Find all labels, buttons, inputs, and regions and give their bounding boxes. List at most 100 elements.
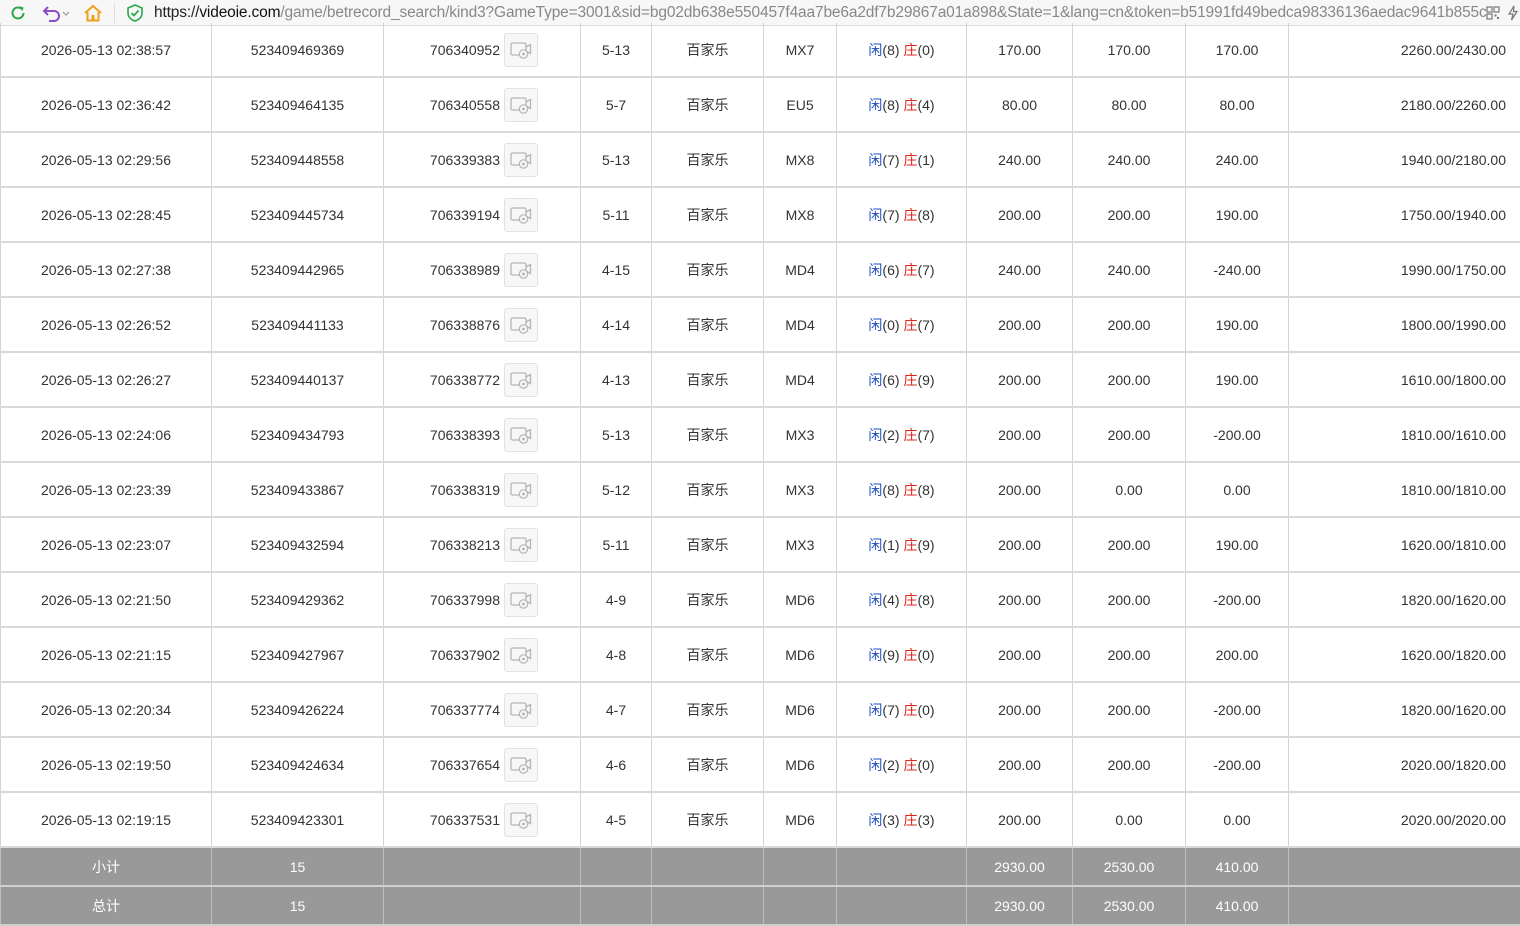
player-label: 闲 (868, 482, 882, 498)
table-code: MD6 (764, 572, 837, 627)
bet-id: 523409445734 (212, 187, 384, 242)
home-icon[interactable] (82, 2, 104, 24)
bet-id: 523409434793 (212, 407, 384, 462)
video-replay-icon[interactable] (504, 638, 538, 672)
video-replay-icon[interactable] (504, 418, 538, 452)
bet-amount: 200.00 (967, 682, 1073, 737)
video-replay-icon[interactable] (504, 583, 538, 617)
video-replay-icon[interactable] (504, 748, 538, 782)
video-replay-icon[interactable] (504, 33, 538, 67)
balance-change: 2020.00/2020.00 (1289, 792, 1520, 847)
bet-id: 523409424634 (212, 737, 384, 792)
balance-change: 2020.00/1820.00 (1289, 737, 1520, 792)
player-label: 闲 (868, 372, 882, 388)
shoe-number: 4-13 (581, 352, 652, 407)
bet-amount: 200.00 (967, 187, 1073, 242)
bet-id: 523409440137 (212, 352, 384, 407)
bet-time: 2026-05-13 02:19:50 (1, 737, 212, 792)
valid-bet: 0.00 (1073, 792, 1186, 847)
table-row: 2026-05-13 02:26:52523409441133 706338876… (1, 297, 1520, 352)
round-id: 706338876 (430, 317, 500, 333)
qr-code-icon[interactable] (1484, 3, 1502, 23)
banker-label: 庄 (903, 757, 917, 773)
address-separator (114, 3, 115, 23)
player-label: 闲 (868, 97, 882, 113)
video-replay-icon[interactable] (504, 803, 538, 837)
table-code: MX8 (764, 132, 837, 187)
bet-time: 2026-05-13 02:21:15 (1, 627, 212, 682)
valid-bet: 200.00 (1073, 737, 1186, 792)
payout-amount: 240.00 (1186, 132, 1289, 187)
shoe-number: 4-7 (581, 682, 652, 737)
bet-amount: 200.00 (967, 792, 1073, 847)
game-result: 闲(0) 庄(7) (837, 297, 967, 352)
video-replay-icon[interactable] (504, 528, 538, 562)
video-replay-icon[interactable] (504, 363, 538, 397)
payout-amount: 0.00 (1186, 792, 1289, 847)
player-label: 闲 (868, 427, 882, 443)
round-id: 706337998 (430, 592, 500, 608)
player-label: 闲 (868, 262, 882, 278)
banker-label: 庄 (903, 647, 917, 663)
game-type: 百家乐 (652, 132, 764, 187)
bet-time: 2026-05-13 02:38:57 (1, 23, 212, 77)
video-replay-icon[interactable] (504, 473, 538, 507)
round-id: 706337902 (430, 647, 500, 663)
lightning-icon[interactable] (1504, 3, 1520, 23)
player-score: (2) (882, 757, 899, 773)
bet-id: 523409432594 (212, 517, 384, 572)
payout-amount: 200.00 (1186, 627, 1289, 682)
game-type: 百家乐 (652, 462, 764, 517)
balance-change: 1810.00/1610.00 (1289, 407, 1520, 462)
table-code: MD4 (764, 242, 837, 297)
bet-id: 523409464135 (212, 77, 384, 132)
payout-amount: 190.00 (1186, 352, 1289, 407)
round-id: 706338319 (430, 482, 500, 498)
video-replay-icon[interactable] (504, 198, 538, 232)
balance-change: 2260.00/2430.00 (1289, 23, 1520, 77)
round-cell: 706340952 (384, 23, 581, 77)
bet-amount: 200.00 (967, 572, 1073, 627)
video-replay-icon[interactable] (504, 308, 538, 342)
payout-amount: -240.00 (1186, 242, 1289, 297)
round-id: 706338772 (430, 372, 500, 388)
player-score: (7) (882, 152, 899, 168)
video-replay-icon[interactable] (504, 143, 538, 177)
player-label: 闲 (868, 702, 882, 718)
bet-amount: 200.00 (967, 627, 1073, 682)
banker-label: 庄 (903, 42, 917, 58)
table-code: MD6 (764, 682, 837, 737)
banker-score: (7) (917, 427, 934, 443)
shoe-number: 5-11 (581, 187, 652, 242)
game-type: 百家乐 (652, 407, 764, 462)
bet-time: 2026-05-13 02:26:52 (1, 297, 212, 352)
banker-score: (8) (917, 207, 934, 223)
bet-amount: 200.00 (967, 297, 1073, 352)
bet-time: 2026-05-13 02:23:39 (1, 462, 212, 517)
game-type: 百家乐 (652, 77, 764, 132)
bet-id: 523409441133 (212, 297, 384, 352)
bet-id: 523409442965 (212, 242, 384, 297)
round-cell: 706337531 (384, 792, 581, 847)
banker-score: (3) (917, 812, 934, 828)
valid-bet: 200.00 (1073, 682, 1186, 737)
undo-icon[interactable] (40, 2, 72, 24)
round-cell: 706338319 (384, 462, 581, 517)
player-label: 闲 (868, 207, 882, 223)
table-code: MD6 (764, 792, 837, 847)
payout-amount: 80.00 (1186, 77, 1289, 132)
video-replay-icon[interactable] (504, 253, 538, 287)
banker-label: 庄 (903, 152, 917, 168)
game-type: 百家乐 (652, 352, 764, 407)
video-replay-icon[interactable] (504, 88, 538, 122)
round-id: 706337654 (430, 757, 500, 773)
table-code: MD4 (764, 297, 837, 352)
bet-amount: 200.00 (967, 352, 1073, 407)
shoe-number: 4-15 (581, 242, 652, 297)
video-replay-icon[interactable] (504, 693, 538, 727)
payout-amount: 190.00 (1186, 187, 1289, 242)
refresh-icon[interactable] (8, 2, 28, 24)
shoe-number: 4-5 (581, 792, 652, 847)
banker-label: 庄 (903, 262, 917, 278)
banker-label: 庄 (903, 702, 917, 718)
